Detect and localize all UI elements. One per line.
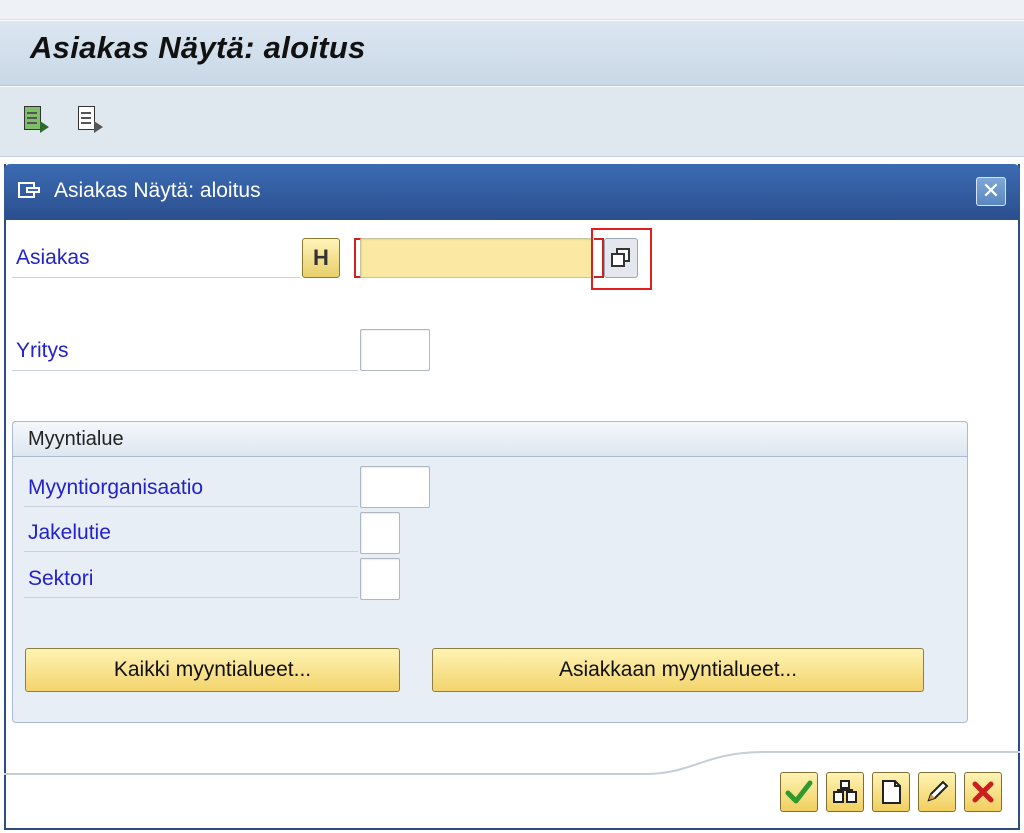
dialog-title: Asiakas Näytä: aloitus — [54, 179, 261, 202]
new-document-button[interactable] — [872, 772, 910, 812]
screen-title: Asiakas Näytä: aloitus — [30, 30, 366, 65]
cancel-icon — [972, 781, 994, 803]
myyntiorganisaatio-input[interactable] — [360, 466, 430, 508]
edit-button[interactable] — [918, 772, 956, 812]
myyntiorganisaatio-label: Myyntiorganisaatio — [28, 476, 204, 499]
close-icon: ✕ — [981, 178, 1001, 203]
display-icon[interactable] — [78, 106, 103, 133]
asiakas-label: Asiakas — [16, 246, 90, 269]
continue-icon — [785, 780, 813, 804]
footer-divider — [4, 751, 1020, 775]
sektori-input[interactable] — [360, 558, 400, 600]
window-top-strip — [0, 0, 1024, 20]
yritys-label: Yritys — [16, 339, 69, 362]
jakelutie-label: Jakelutie — [28, 521, 111, 544]
cancel-button[interactable] — [964, 772, 1002, 812]
jakelutie-input[interactable] — [360, 512, 400, 554]
annotation-highlight-box — [591, 228, 652, 290]
yritys-input[interactable] — [360, 329, 430, 371]
sektori-label: Sektori — [28, 567, 94, 590]
application-toolbar — [0, 87, 1024, 157]
customer-sales-areas-button[interactable]: Asiakkaan myyntialueet... — [432, 648, 924, 692]
close-button[interactable]: ✕ — [976, 177, 1006, 206]
search-help-button[interactable]: H — [302, 238, 340, 278]
asiakas-input[interactable] — [360, 238, 592, 278]
continue-button[interactable] — [780, 772, 818, 812]
dialog-window-icon — [18, 180, 42, 200]
sales-area-title: Myyntialue — [28, 428, 124, 450]
execute-icon[interactable] — [24, 106, 49, 133]
binoculars-icon: H — [313, 245, 329, 270]
all-sales-areas-button[interactable]: Kaikki myyntialueet... — [25, 648, 400, 692]
hierarchy-button[interactable] — [826, 772, 864, 812]
edit-icon — [927, 780, 949, 802]
new-document-icon — [882, 780, 901, 804]
asiakas-label-underline — [12, 277, 300, 278]
yritys-label-underline — [12, 370, 358, 371]
hierarchy-icon — [833, 780, 857, 803]
sales-area-group-header — [12, 421, 968, 457]
